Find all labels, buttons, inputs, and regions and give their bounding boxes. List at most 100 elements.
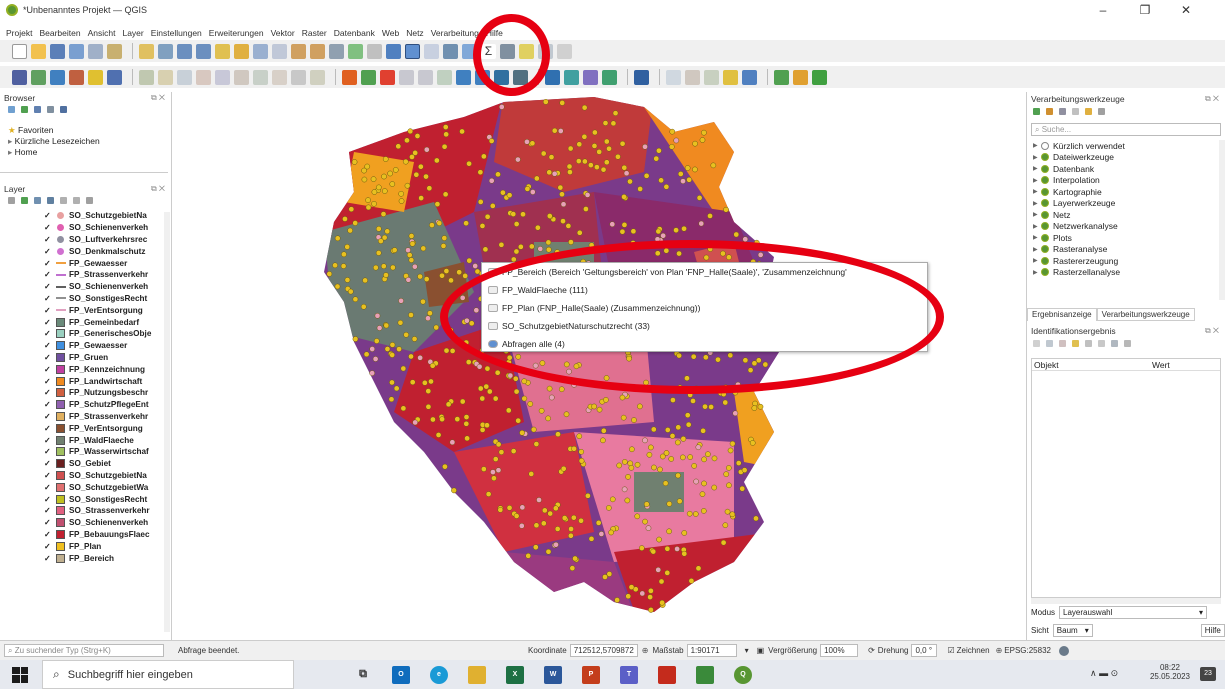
pan-to-selection-icon[interactable] xyxy=(158,43,173,59)
layer-symbol-icon[interactable] xyxy=(56,411,65,421)
layer-visibility-checkbox[interactable]: ✓ xyxy=(44,247,52,256)
refresh-icon[interactable] xyxy=(21,106,28,113)
expand-arrow-icon[interactable]: ▶ xyxy=(1033,154,1041,161)
add-group-icon[interactable] xyxy=(21,197,28,204)
layer-symbol-icon[interactable] xyxy=(56,494,65,504)
processing-group[interactable]: ▶ Rasteranalyse xyxy=(1033,244,1125,256)
layer-symbol-icon[interactable] xyxy=(56,285,66,288)
add-selected-icon[interactable] xyxy=(8,106,15,113)
layer-symbol-icon[interactable] xyxy=(56,376,65,386)
clear-results-icon[interactable] xyxy=(1072,340,1079,347)
processing-scrollbar[interactable] xyxy=(1219,140,1225,300)
label-tool-icon[interactable] xyxy=(342,69,357,85)
collapse-icon[interactable] xyxy=(1046,340,1053,347)
filter-legend-icon[interactable] xyxy=(47,197,54,204)
minimize-button[interactable]: – xyxy=(1083,0,1123,20)
print-icon[interactable] xyxy=(1098,340,1105,347)
cut-features-icon[interactable] xyxy=(253,69,268,85)
attribute-table-icon[interactable] xyxy=(424,43,439,59)
messages-icon[interactable] xyxy=(1058,645,1069,656)
column-wert[interactable]: Wert xyxy=(1152,359,1170,370)
layer-item[interactable]: ✓ FP_Kennzeichnung xyxy=(0,363,168,375)
browser-item-home[interactable]: ▸ Home xyxy=(8,147,100,158)
print-layout-icon[interactable] xyxy=(88,43,103,59)
expand-new-icon[interactable] xyxy=(1059,340,1066,347)
windows-start-icon[interactable] xyxy=(12,666,28,683)
processing-group[interactable]: ▶ Plots xyxy=(1033,232,1125,244)
layer-symbol-icon[interactable] xyxy=(56,459,65,469)
options-icon[interactable] xyxy=(1098,108,1105,115)
label-move-icon[interactable] xyxy=(399,69,414,85)
expand-arrow-icon[interactable]: ▶ xyxy=(1033,246,1041,253)
crs-button[interactable]: EPSG:25832 xyxy=(1004,646,1051,655)
help-button[interactable]: Hilfe xyxy=(1200,624,1225,637)
layer-visibility-checkbox[interactable]: ✓ xyxy=(44,459,52,468)
expand-arrow-icon[interactable]: ▶ xyxy=(1033,188,1041,195)
data-source-manager-icon[interactable] xyxy=(12,69,27,85)
processing-group[interactable]: ▶ Netzwerkanalyse xyxy=(1033,221,1125,233)
processing-group[interactable]: ▶ Netz xyxy=(1033,209,1125,221)
vertex-tool-icon[interactable] xyxy=(215,69,230,85)
zoom-last-icon[interactable] xyxy=(291,43,306,59)
expand-all-icon[interactable] xyxy=(60,197,67,204)
layer-visibility-checkbox[interactable]: ✓ xyxy=(44,506,52,515)
qgis-taskbar-icon[interactable]: Q xyxy=(734,665,752,684)
layer-item[interactable]: ✓ SO_SchutzgebietNa xyxy=(0,210,168,222)
layer-visibility-checkbox[interactable]: ✓ xyxy=(44,400,52,409)
label-show-hide-icon[interactable] xyxy=(418,69,433,85)
digitize-icon[interactable] xyxy=(196,69,211,85)
layer-item[interactable]: ✓ FP_SchutzPflegeEnt xyxy=(0,399,168,411)
add-spatialite-icon[interactable] xyxy=(88,69,103,85)
layer-item[interactable]: ✓ SO_Luftverkehrsrec xyxy=(0,234,168,246)
collapse-all-icon[interactable] xyxy=(73,197,80,204)
layer-item[interactable]: ✓ FP_Gewaesser xyxy=(0,257,168,269)
column-objekt[interactable]: Objekt xyxy=(1032,359,1152,370)
layer-item[interactable]: ✓ SO_SchutzgebietNa xyxy=(0,470,168,482)
save-edits-icon[interactable] xyxy=(177,69,192,85)
layer-visibility-checkbox[interactable]: ✓ xyxy=(44,424,52,433)
collapse-all-icon[interactable] xyxy=(47,106,54,113)
browser-panel-controls[interactable]: ⧉ ✕ xyxy=(151,93,165,103)
add-vector-layer-icon[interactable] xyxy=(31,69,46,85)
layer-visibility-checkbox[interactable]: ✓ xyxy=(44,388,52,397)
layer-symbol-icon[interactable] xyxy=(56,529,65,539)
zoom-in-icon[interactable] xyxy=(177,43,192,59)
layer-symbol-icon[interactable] xyxy=(56,297,66,300)
pan-icon[interactable] xyxy=(139,43,154,59)
model-designer-icon[interactable] xyxy=(793,69,808,85)
delete-selected-icon[interactable] xyxy=(234,69,249,85)
layer-symbol-icon[interactable] xyxy=(57,212,64,220)
select-rect-icon[interactable] xyxy=(666,69,681,85)
layer-visibility-checkbox[interactable]: ✓ xyxy=(44,259,52,268)
menu-layer[interactable]: Layer xyxy=(122,28,143,38)
layer-visibility-checkbox[interactable]: ✓ xyxy=(44,329,52,338)
zoom-in-plugin-icon[interactable] xyxy=(456,69,471,85)
layout-plugin-icon[interactable] xyxy=(564,69,579,85)
layer-visibility-checkbox[interactable]: ✓ xyxy=(44,530,52,539)
layer-item[interactable]: ✓ SO_Gebiet xyxy=(0,458,168,470)
layer-symbol-icon[interactable] xyxy=(56,309,66,312)
search-plugin-icon[interactable] xyxy=(583,69,598,85)
tab-ergebnisanzeige[interactable]: Ergebnisanzeige xyxy=(1027,308,1097,321)
layer-visibility-checkbox[interactable]: ✓ xyxy=(44,223,52,232)
layer-item[interactable]: ✓ FP_WaldFlaeche xyxy=(0,434,168,446)
zoom-layer-icon[interactable] xyxy=(253,43,268,59)
save-as-icon[interactable] xyxy=(69,43,84,59)
layer-visibility-checkbox[interactable]: ✓ xyxy=(44,436,52,445)
layer-visibility-checkbox[interactable]: ✓ xyxy=(44,471,52,480)
history-icon[interactable] xyxy=(1059,108,1066,115)
python-console-icon[interactable] xyxy=(545,69,560,85)
layer-item[interactable]: ✓ SO_Denkmalschutz xyxy=(0,245,168,257)
close-button[interactable]: ✕ xyxy=(1166,0,1206,20)
magnifier-field[interactable]: 100% xyxy=(820,644,859,657)
zoom-selection-icon[interactable] xyxy=(234,43,249,59)
layer-visibility-checkbox[interactable]: ✓ xyxy=(44,412,52,421)
toggle-editing-icon[interactable] xyxy=(158,69,173,85)
menu-bearbeiten[interactable]: Bearbeiten xyxy=(39,28,80,38)
layer-symbol-icon[interactable] xyxy=(56,482,65,492)
identify-results-table[interactable]: Objekt Wert xyxy=(1031,358,1221,598)
layer-visibility-checkbox[interactable]: ✓ xyxy=(44,341,52,350)
layer-visibility-checkbox[interactable]: ✓ xyxy=(44,270,52,279)
layer-item[interactable]: ✓ FP_BebauungsFlaec xyxy=(0,529,168,541)
layer-item[interactable]: ✓ FP_VerEntsorgung xyxy=(0,422,168,434)
